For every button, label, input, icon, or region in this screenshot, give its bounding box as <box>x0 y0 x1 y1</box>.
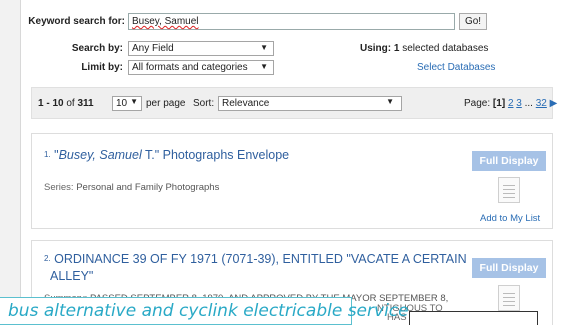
range-of: of <box>66 98 75 109</box>
using-label: Using: <box>360 43 392 54</box>
searchby-value: Any Field <box>132 43 174 54</box>
result-number: 2. <box>44 254 51 263</box>
per-page-value: 10 <box>116 98 128 109</box>
per-page-select[interactable]: 10 ▼ <box>112 96 142 111</box>
document-icon <box>498 285 520 311</box>
using-count: 1 <box>393 43 400 54</box>
using-suffix: selected databases <box>402 43 489 54</box>
page-ellipsis: ... <box>524 98 533 109</box>
results-range: 1 - 10 of 311 <box>38 98 94 109</box>
limitby-label: Limit by: <box>81 62 123 73</box>
page-label: Page: <box>464 98 491 109</box>
range-total: 311 <box>77 98 94 109</box>
searchby-label: Search by: <box>71 43 123 54</box>
sort-label: Sort: <box>193 98 215 109</box>
search-panel: Keyword search for: Busey, Samuel Go! Se… <box>21 0 563 84</box>
next-page-icon[interactable]: ▶ <box>550 98 558 109</box>
go-button[interactable]: Go! <box>459 13 487 30</box>
select-databases-link[interactable]: Select Databases <box>417 62 495 73</box>
caption-text: bus alternative and cyclink electricable… <box>8 301 409 321</box>
range-value: 1 - 10 <box>38 98 64 109</box>
full-display-button[interactable]: Full Display <box>472 151 546 171</box>
searchby-select[interactable]: Any Field ▼ <box>128 41 274 56</box>
title-line-1: ORDINANCE 39 OF FY 1971 (7071-39), ENTIT… <box>54 252 467 266</box>
result-title-link[interactable]: 2. ORDINANCE 39 OF FY 1971 (7071-39), EN… <box>44 251 467 285</box>
keyword-search-input[interactable]: Busey, Samuel <box>128 13 455 30</box>
using-databases: Using: 1 selected databases <box>360 43 488 54</box>
sort-value: Relevance <box>222 98 270 109</box>
document-icon <box>498 177 520 203</box>
limitby-select[interactable]: All formats and categories ▼ <box>128 60 274 75</box>
dropdown-arrow-icon: ▼ <box>130 97 138 106</box>
current-page: [1] <box>492 98 506 109</box>
caption-overlay: bus alternative and cyclink electricable… <box>0 297 409 325</box>
meta-value: Personal and Family Photographs <box>76 182 220 193</box>
page-link-32[interactable]: 32 <box>536 98 547 109</box>
outlined-box <box>409 311 538 325</box>
result-number: 1. <box>44 150 51 159</box>
page-link-3[interactable]: 3 <box>516 98 522 109</box>
title-rest: T." Photographs Envelope <box>141 148 290 162</box>
keyword-value: Busey, Samuel <box>132 16 199 27</box>
result-title-link[interactable]: 1. "Busey, Samuel T." Photographs Envelo… <box>44 147 289 164</box>
limitby-value: All formats and categories <box>132 62 248 73</box>
page-link-2[interactable]: 2 <box>508 98 514 109</box>
keyword-label: Keyword search for: <box>28 16 125 27</box>
results-toolbar: 1 - 10 of 311 10 ▼ per page Sort: Releva… <box>31 87 557 119</box>
pagination: Page: [1] 2 3 ... 32 ▶ <box>464 98 557 109</box>
meta-label: Series: <box>44 182 74 193</box>
result-item: 1. "Busey, Samuel T." Photographs Envelo… <box>31 133 553 229</box>
dropdown-arrow-icon: ▼ <box>386 97 394 106</box>
dropdown-arrow-icon: ▼ <box>260 43 268 52</box>
sort-select[interactable]: Relevance ▼ <box>218 96 402 111</box>
per-page-label: per page <box>146 98 186 109</box>
add-to-list-link[interactable]: Add to My List <box>480 213 540 224</box>
full-display-button[interactable]: Full Display <box>472 258 546 278</box>
title-line-2: ALLEY" <box>50 269 94 283</box>
dropdown-arrow-icon: ▼ <box>260 62 268 71</box>
search-results-page: Keyword search for: Busey, Samuel Go! Se… <box>20 0 563 325</box>
result-meta: Series: Personal and Family Photographs <box>44 182 219 193</box>
title-highlight: Busey, Samuel <box>58 148 142 162</box>
